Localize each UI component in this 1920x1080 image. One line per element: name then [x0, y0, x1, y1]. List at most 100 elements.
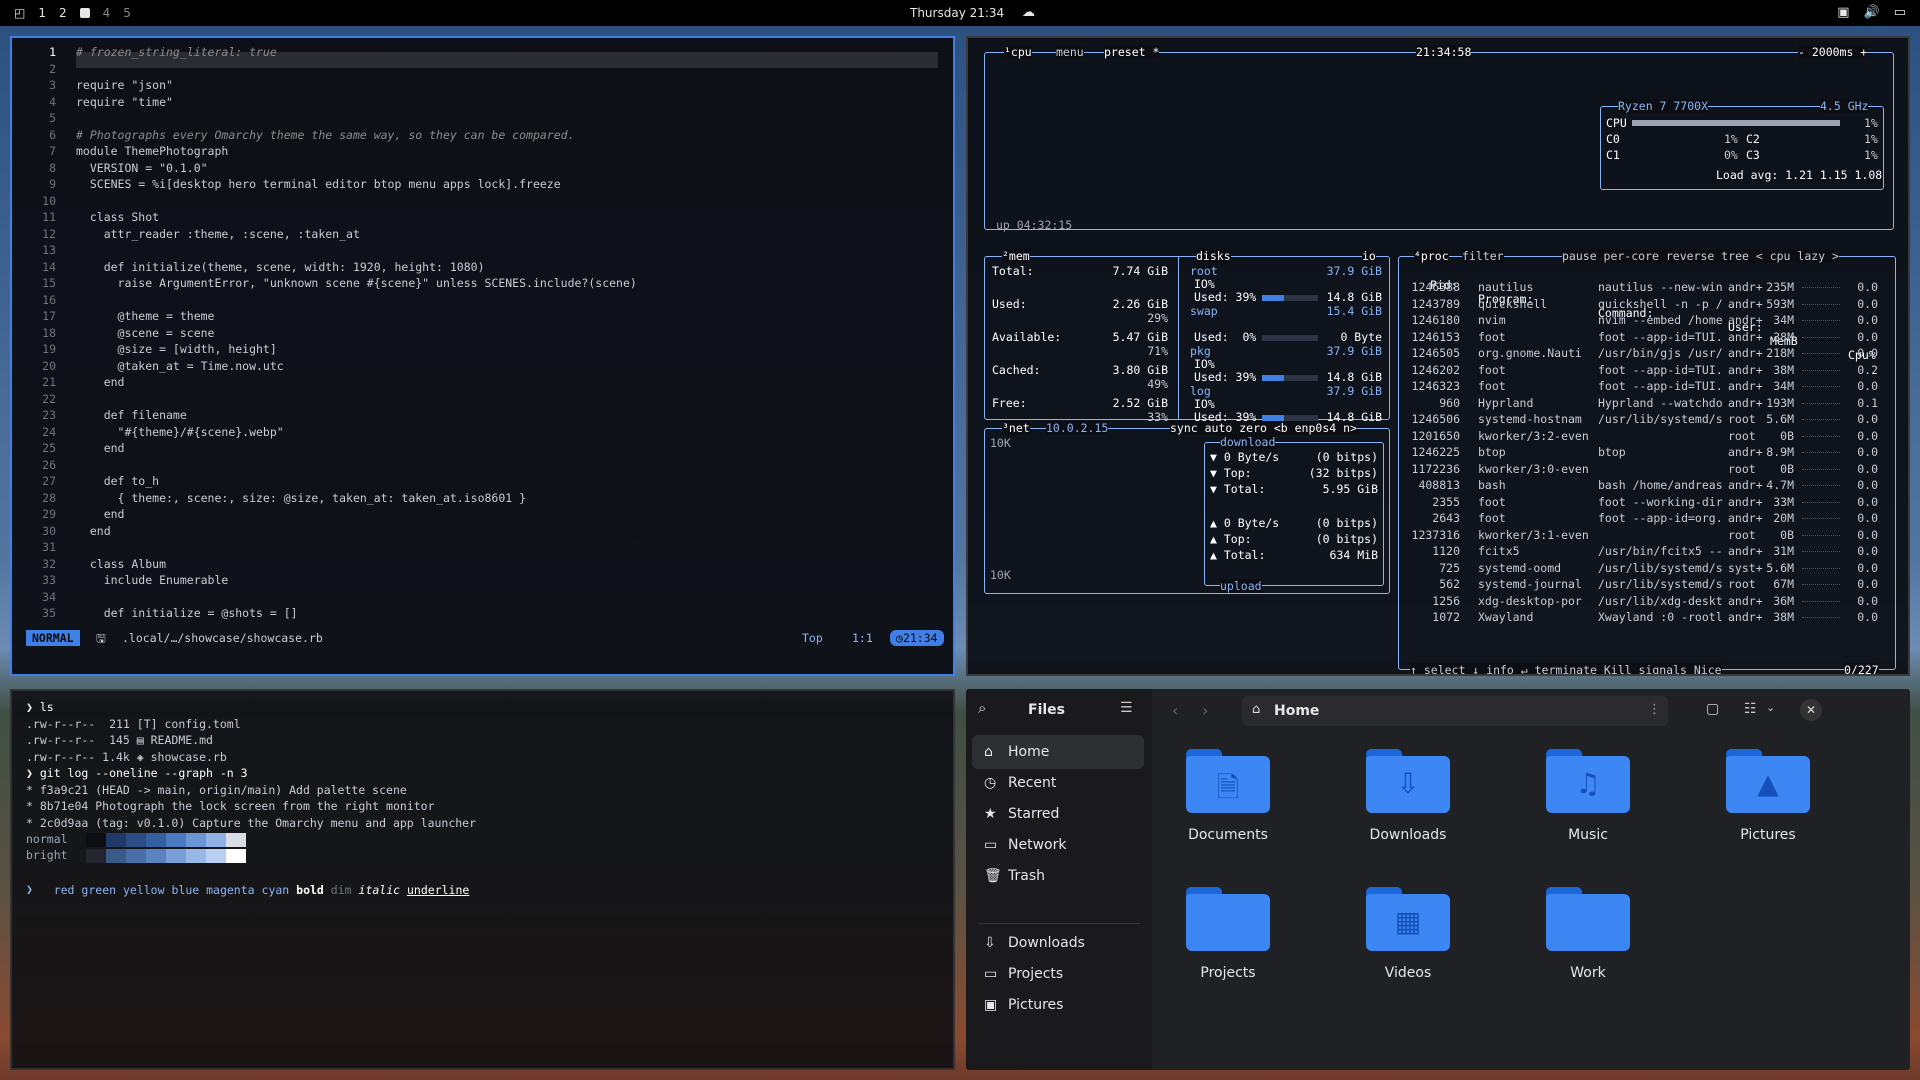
process-program: foot: [1478, 329, 1506, 344]
process-row[interactable]: 1172236 kworker/3:0-even root 0B 0.0: [1408, 462, 1892, 478]
hamburger-menu-icon[interactable]: ☰: [1120, 700, 1133, 716]
palette-swatch: [106, 849, 126, 863]
folder-icon[interactable]: ▲: [1726, 749, 1810, 813]
sidebar-item-starred[interactable]: ★ Starred: [972, 797, 1144, 831]
process-row[interactable]: 1246506 systemd-hostnam/usr/lib/systemd/s…: [1408, 412, 1892, 428]
app-menu-icon[interactable]: ◰: [14, 6, 25, 20]
folder-icon[interactable]: [1546, 887, 1630, 951]
workspace-5[interactable]: 5: [123, 6, 131, 20]
terminal-line: * 8b71e04 Photograph the lock screen fro…: [26, 799, 435, 813]
disks-title[interactable]: disks: [1196, 249, 1231, 263]
proc-footer[interactable]: ↑ select ↓ info ↵ terminate Kill signals…: [1410, 663, 1722, 674]
process-row[interactable]: 1243789 quickshell quickshell -n -p / andr+…: [1408, 297, 1892, 313]
folder-icon[interactable]: 🗎: [1186, 749, 1270, 813]
process-row[interactable]: 1201650 kworker/3:2-even root 0B 0.0: [1408, 429, 1892, 445]
workspace-1[interactable]: 1: [38, 6, 46, 20]
forward-icon[interactable]: ›: [1202, 701, 1208, 720]
clock[interactable]: Thursday 21:34: [910, 6, 1004, 20]
process-row[interactable]: 2643 foot foot --app-id=org. andr+ 20M 0.0: [1408, 511, 1892, 527]
process-row[interactable]: 1246153 foot foot --app-id=TUI. andr+ 38M 0.0: [1408, 330, 1892, 346]
volume-icon[interactable]: 🔊: [1864, 5, 1880, 20]
folder-icon[interactable]: ♫: [1546, 749, 1630, 813]
proc-filter[interactable]: filter: [1462, 249, 1504, 263]
sidebar-item-recent[interactable]: ◷ Recent: [972, 766, 1144, 800]
process-user: andr+: [1728, 362, 1763, 377]
io-toggle[interactable]: io: [1362, 249, 1376, 263]
process-row[interactable]: 1237316 kworker/3:1-even root 0B 0.0: [1408, 528, 1892, 544]
workspace-2[interactable]: 2: [59, 6, 67, 20]
process-row[interactable]: 2355 foot foot --working-dir andr+ 33M 0.0: [1408, 495, 1892, 511]
uptime: up 04:32:15: [996, 218, 1073, 232]
files-window[interactable]: ⌕ Files ☰ ⌂ Home ◷ Recent ★ Starred ▭ Network 🗑 T…: [966, 689, 1910, 1070]
process-row[interactable]: 1120 fcitx5/usr/bin/fcitx5 -- andr+ 31M 0.0: [1408, 544, 1892, 560]
process-row[interactable]: 1246180 nvim nvim --embed /home andr+ 34M 0.0: [1408, 313, 1892, 329]
mem-title[interactable]: ²mem: [1002, 249, 1030, 263]
sidebar-item-projects[interactable]: ▭ Projects: [972, 957, 1144, 991]
process-row[interactable]: 960 Hyprland Hyprland --watchdo andr+ 193M 0.…: [1408, 396, 1892, 412]
process-row[interactable]: 1246225 btop btop andr+ 8.9M 0.0: [1408, 445, 1892, 461]
line-number: 32: [42, 556, 56, 571]
sidebar-item-downloads[interactable]: ⇩ Downloads: [972, 926, 1144, 960]
process-pid: 1120: [1432, 544, 1460, 558]
folder-label[interactable]: Work: [1508, 965, 1668, 981]
process-pid: 1246153: [1411, 329, 1460, 344]
process-row[interactable]: 1246202 foot foot --app-id=TUI. andr+ 38M 0.2: [1408, 363, 1892, 379]
process-row[interactable]: 1246323 foot foot --app-id=TUI. andr+ 34M 0.0: [1408, 379, 1892, 395]
line-number: 20: [42, 358, 56, 373]
btop-window[interactable]: ¹cpu menu preset * 21:34:58 - 2000ms + R…: [966, 36, 1910, 676]
proc-options[interactable]: pause per-core reverse tree < cpu lazy >: [1562, 249, 1839, 263]
editor-window[interactable]: 1 # frozen_string_literal: true 2 3 require …: [10, 36, 955, 676]
process-row[interactable]: 1246505 org.gnome.Nauti/usr/bin/gjs /usr/…: [1408, 346, 1892, 362]
update-interval[interactable]: - 2000ms +: [1798, 45, 1868, 59]
sidebar-item-home[interactable]: ⌂ Home: [972, 735, 1144, 769]
cloud-icon[interactable]: ☁: [1022, 5, 1035, 20]
folder-label[interactable]: Downloads: [1328, 827, 1488, 843]
close-icon[interactable]: ✕: [1800, 699, 1822, 721]
process-cpu-graph: [1802, 435, 1840, 437]
location-bar[interactable]: ⌂ Home ⋮: [1242, 696, 1668, 726]
net-options[interactable]: sync auto zero <b enp0s4 n>: [1170, 421, 1357, 435]
sidebar-item-trash[interactable]: 🗑 Trash: [972, 859, 1144, 893]
workspace-active[interactable]: [79, 8, 90, 18]
menu-button[interactable]: menu: [1056, 45, 1084, 59]
search-icon[interactable]: ⌕: [978, 699, 986, 717]
window-icon[interactable]: ▣: [1837, 5, 1849, 20]
process-row[interactable]: 1072 Xwayland Xwayland :0 -rootl andr+ 38M 0.…: [1408, 610, 1892, 626]
code-line: 22: [12, 391, 942, 408]
view-icon[interactable]: ▢: [1706, 701, 1719, 717]
proc-title[interactable]: ⁴proc: [1414, 249, 1449, 263]
process-row[interactable]: 408813 bash bash /home/andreas andr+ 4.7M 0.0: [1408, 478, 1892, 494]
folder-label[interactable]: Videos: [1328, 965, 1488, 981]
sidebar-item-pictures[interactable]: ▣ Pictures: [972, 988, 1144, 1022]
cpu-header[interactable]: ¹cpu: [1004, 45, 1032, 59]
monitor-icon[interactable]: ▭: [1894, 5, 1906, 20]
folder-icon[interactable]: ▦: [1366, 887, 1450, 951]
sidebar-item-network[interactable]: ▭ Network: [972, 828, 1144, 862]
prompt[interactable]: ❯: [26, 881, 33, 898]
disk-name: root: [1190, 264, 1218, 278]
status-line: NORMAL 🖫 .local/…/showcase/showcase.rb T…: [26, 630, 946, 646]
process-row[interactable]: 1256 xdg-desktop-por/usr/lib/xdg-deskt and…: [1408, 594, 1892, 610]
file-path: .local/…/showcase/showcase.rb: [122, 631, 323, 645]
terminal-window[interactable]: ❯ ls .rw-r--r-- 211 [T] config.toml .rw-r-…: [10, 689, 955, 1070]
list-view-icon[interactable]: ☷: [1744, 701, 1757, 717]
folder-label[interactable]: Projects: [1148, 965, 1308, 981]
line-text: def to_h: [76, 474, 160, 488]
chevron-down-icon[interactable]: ⌄: [1766, 701, 1775, 714]
kebab-menu-icon[interactable]: ⋮: [1648, 702, 1661, 717]
process-row[interactable]: 1246388 nautilus nautilus --new-win andr+ 23…: [1408, 280, 1892, 296]
folder-label[interactable]: Music: [1508, 827, 1668, 843]
back-icon[interactable]: ‹: [1172, 701, 1178, 720]
workspace-4[interactable]: 4: [103, 6, 111, 20]
preset-button[interactable]: preset *: [1104, 45, 1160, 59]
net-title[interactable]: ³net: [1002, 421, 1030, 435]
folder-icon[interactable]: [1186, 887, 1270, 951]
folder-label[interactable]: Documents: [1148, 827, 1308, 843]
home-icon: ⌂: [984, 744, 993, 760]
process-user: andr+: [1728, 280, 1763, 294]
process-row[interactable]: 725 systemd-oomd/usr/lib/systemd/s syst+ 5.…: [1408, 561, 1892, 577]
process-row[interactable]: 562 systemd-journal/usr/lib/systemd/s root…: [1408, 577, 1892, 593]
process-cpu-graph: [1802, 600, 1840, 602]
folder-label[interactable]: Pictures: [1688, 827, 1848, 843]
folder-icon[interactable]: ⇩: [1366, 749, 1450, 813]
